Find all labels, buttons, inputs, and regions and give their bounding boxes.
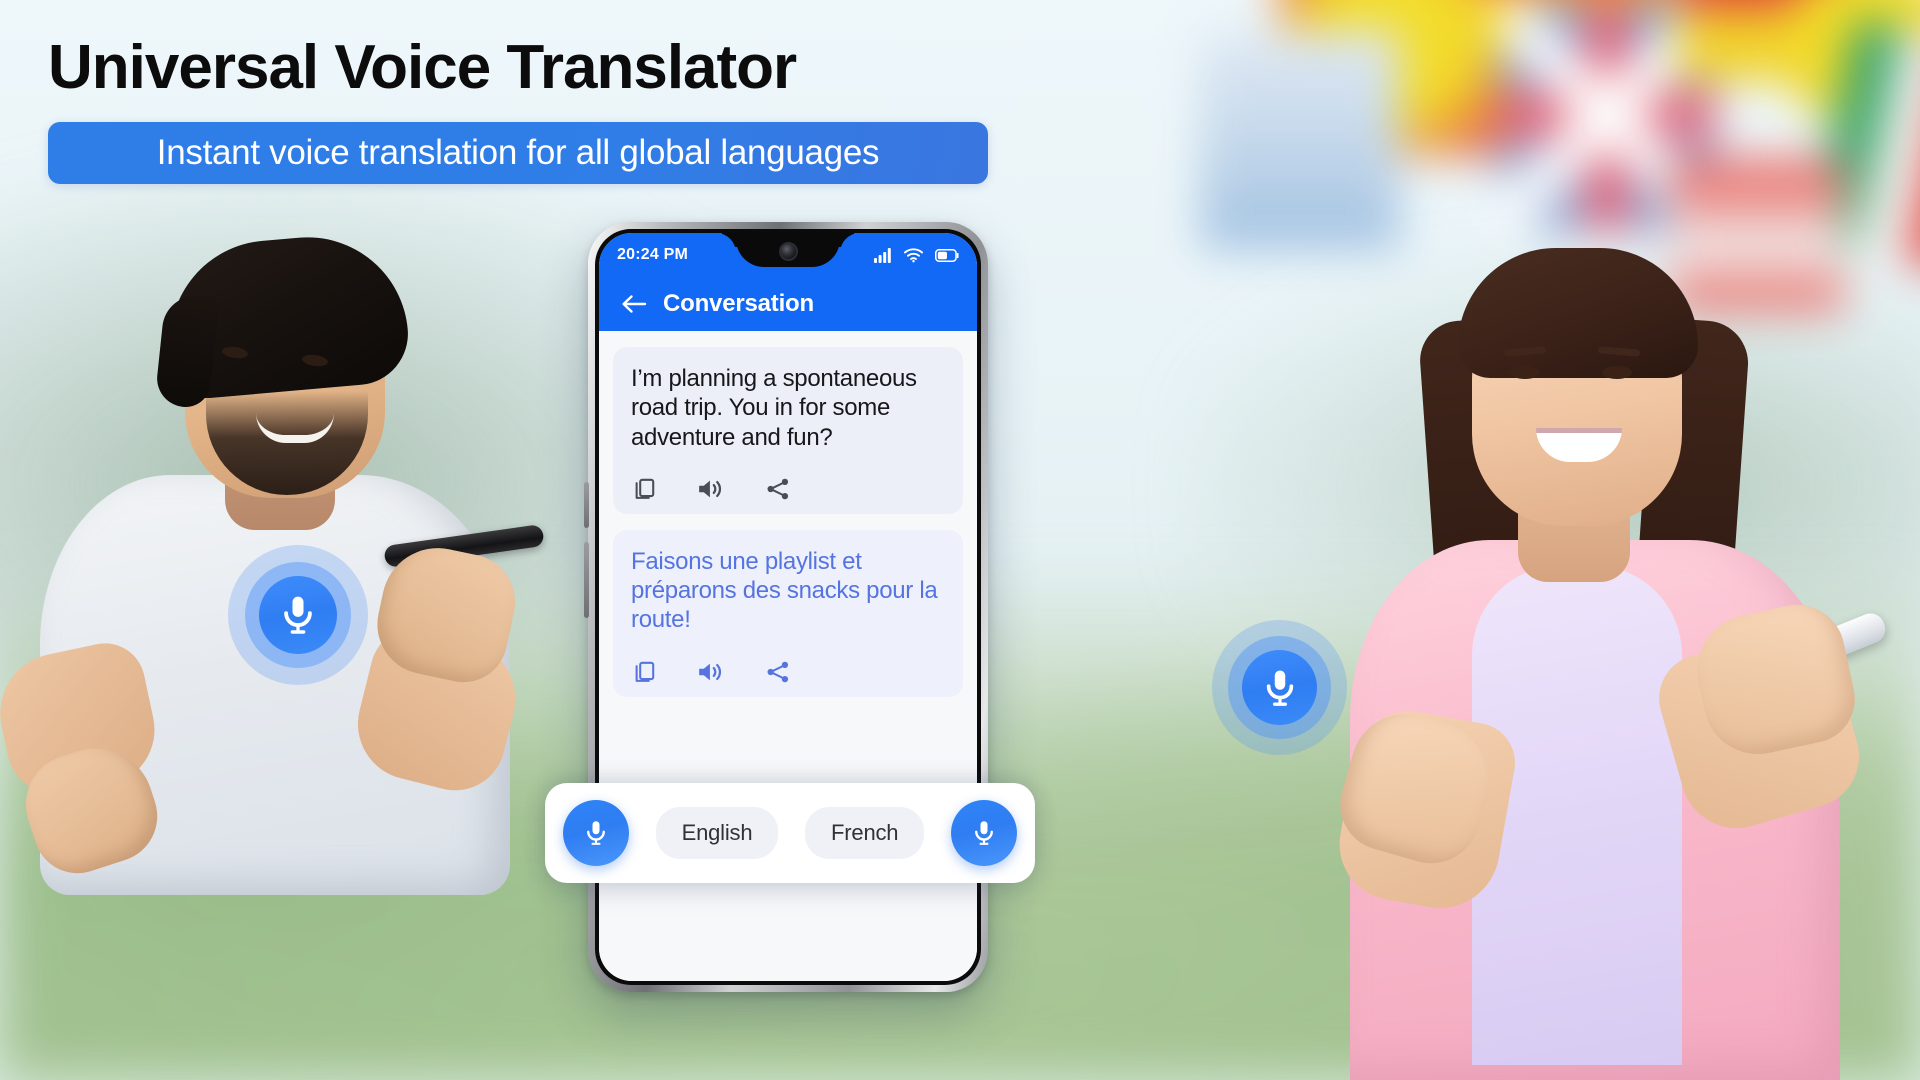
mic-badge-left[interactable] — [228, 545, 368, 685]
message-actions-target — [631, 659, 945, 685]
share-icon[interactable] — [765, 659, 791, 685]
status-bar: 20:24 PM — [599, 233, 977, 277]
page-title: Universal Voice Translator — [48, 33, 797, 102]
app-bar-title: Conversation — [663, 290, 814, 317]
conversation-list: I’m planning a spontaneous road trip. Yo… — [599, 331, 977, 981]
woman-eye-right — [1602, 366, 1632, 379]
language-pill-target[interactable]: French — [805, 807, 925, 859]
message-bubble-target[interactable]: Faisons une playlist et préparons des sn… — [613, 529, 963, 697]
signal-bars-icon — [874, 247, 891, 263]
message-actions-source — [631, 476, 945, 502]
mic-button-right[interactable] — [950, 800, 1017, 866]
battery-icon — [935, 248, 959, 262]
subtitle-banner: Instant voice translation for all global… — [48, 122, 988, 184]
person-left-man — [0, 195, 610, 895]
status-time: 20:24 PM — [617, 246, 688, 263]
subtitle-text: Instant voice translation for all global… — [156, 133, 880, 172]
phone-side-button-volume[interactable] — [584, 482, 589, 528]
microphone-icon — [975, 821, 993, 845]
mic-button-left[interactable] — [563, 800, 629, 866]
message-text-source: I’m planning a spontaneous road trip. Yo… — [631, 365, 917, 451]
microphone-icon — [587, 821, 605, 845]
status-icons — [874, 247, 959, 263]
wifi-icon — [904, 247, 923, 263]
woman-hair-top — [1458, 248, 1698, 378]
copy-icon[interactable] — [631, 476, 657, 502]
phone-notch — [736, 233, 840, 267]
share-icon[interactable] — [765, 476, 791, 502]
mic-badge-right[interactable] — [1212, 620, 1347, 755]
language-pill-source[interactable]: English — [655, 807, 779, 859]
front-camera-icon — [778, 241, 798, 261]
speaker-icon[interactable] — [697, 659, 725, 685]
microphone-icon — [284, 596, 312, 634]
speaker-icon[interactable] — [697, 476, 725, 502]
woman-eye-left — [1510, 366, 1540, 379]
phone-side-button-power[interactable] — [584, 542, 589, 618]
app-bar: Conversation — [599, 277, 977, 331]
language-control-bar: English French — [545, 783, 1035, 883]
copy-icon[interactable] — [631, 659, 657, 685]
message-text-target: Faisons une playlist et préparons des sn… — [631, 547, 938, 634]
message-bubble-source[interactable]: I’m planning a spontaneous road trip. Yo… — [613, 347, 963, 514]
microphone-icon — [1266, 670, 1293, 706]
back-arrow-icon[interactable] — [621, 293, 647, 315]
